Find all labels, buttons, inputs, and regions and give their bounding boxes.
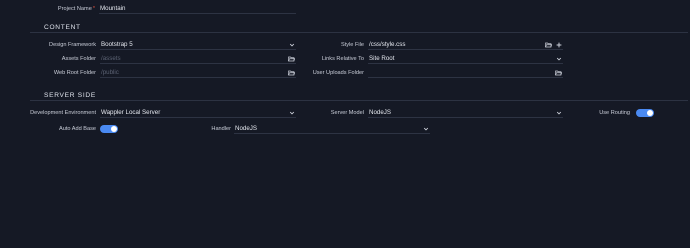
chevron-down-icon[interactable] bbox=[555, 56, 562, 63]
server-model-select[interactable]: NodeJS bbox=[368, 108, 563, 118]
links-relative-to-label: Links Relative To bbox=[321, 56, 364, 62]
toggle-knob bbox=[111, 126, 117, 132]
web-root-folder-label: Web Root Folder bbox=[53, 70, 96, 76]
chevron-down-icon[interactable] bbox=[422, 126, 429, 133]
development-environment-value: Wappler Local Server bbox=[101, 109, 161, 116]
section-divider-server-side bbox=[30, 100, 688, 101]
folder-open-icon[interactable] bbox=[288, 56, 295, 63]
toggle-knob bbox=[647, 110, 653, 116]
style-file-value: /css/style.css bbox=[369, 41, 406, 48]
project-name-label: Project Name* bbox=[57, 6, 95, 12]
section-title-server-side: SERVER SIDE bbox=[44, 92, 96, 99]
server-model-value: NodeJS bbox=[369, 109, 392, 116]
assets-folder-input[interactable]: /assets bbox=[100, 54, 296, 64]
handler-value: NodeJS bbox=[235, 125, 258, 132]
development-environment-label: Development Environment bbox=[30, 110, 96, 116]
required-marker: * bbox=[92, 6, 95, 12]
chevron-down-icon[interactable] bbox=[555, 110, 562, 117]
chevron-down-icon[interactable] bbox=[288, 110, 295, 117]
project-name-input[interactable]: Mountain bbox=[99, 4, 296, 14]
assets-folder-placeholder: /assets bbox=[101, 55, 121, 62]
user-uploads-folder-input[interactable] bbox=[368, 68, 563, 78]
auto-add-base-toggle[interactable] bbox=[100, 125, 118, 133]
design-framework-value: Bootstrap 5 bbox=[101, 41, 133, 48]
plus-icon[interactable] bbox=[555, 42, 562, 49]
links-relative-to-value: Site Root bbox=[369, 55, 395, 62]
folder-open-icon[interactable] bbox=[555, 70, 562, 77]
links-relative-to-select[interactable]: Site Root bbox=[368, 54, 563, 64]
folder-open-icon[interactable] bbox=[545, 42, 552, 49]
web-root-folder-input[interactable]: /public bbox=[100, 68, 296, 78]
use-routing-toggle[interactable] bbox=[636, 109, 654, 117]
project-settings-panel: Project Name* Mountain CONTENT Design Fr… bbox=[0, 0, 690, 248]
use-routing-label: Use Routing bbox=[599, 110, 630, 116]
development-environment-select[interactable]: Wappler Local Server bbox=[100, 108, 296, 118]
section-divider-content bbox=[30, 32, 688, 33]
user-uploads-folder-label: User Uploads Folder bbox=[312, 70, 364, 76]
section-title-content: CONTENT bbox=[44, 24, 81, 31]
chevron-down-icon[interactable] bbox=[288, 42, 295, 49]
design-framework-label: Design Framework bbox=[49, 42, 96, 48]
auto-add-base-label: Auto Add Base bbox=[58, 126, 96, 132]
design-framework-select[interactable]: Bootstrap 5 bbox=[100, 40, 296, 50]
handler-select[interactable]: NodeJS bbox=[234, 124, 430, 134]
web-root-folder-placeholder: /public bbox=[101, 69, 119, 76]
server-model-label: Server Model bbox=[330, 110, 364, 116]
style-file-input[interactable]: /css/style.css bbox=[368, 40, 563, 50]
project-name-value: Mountain bbox=[100, 5, 126, 12]
folder-open-icon[interactable] bbox=[288, 70, 295, 77]
style-file-label: Style File bbox=[340, 42, 364, 48]
assets-folder-label: Assets Folder bbox=[61, 56, 96, 62]
handler-label: Handler bbox=[211, 126, 231, 132]
